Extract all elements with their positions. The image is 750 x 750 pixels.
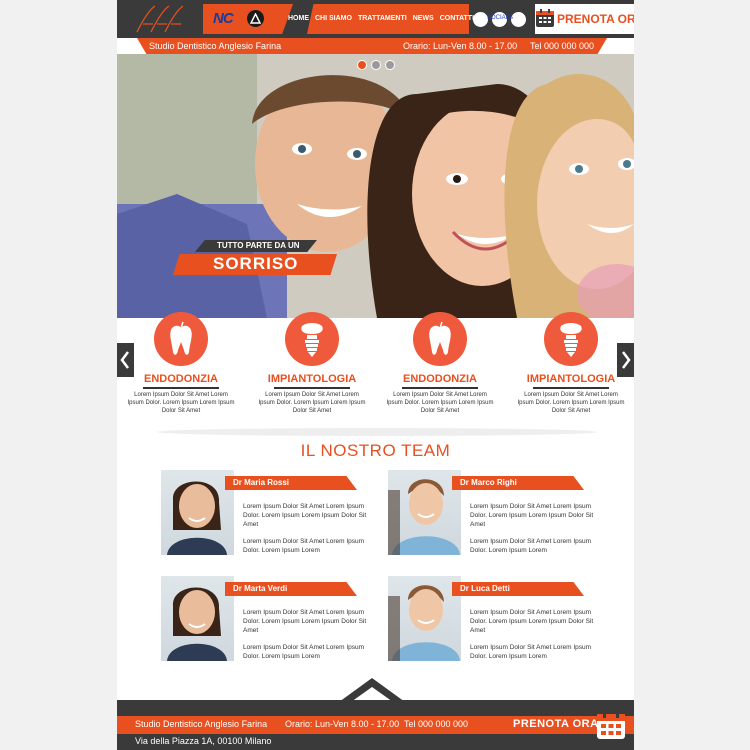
member-bio: Lorem Ipsum Dolor Sit Amet Lorem Ipsum D… xyxy=(470,538,592,554)
team-section-title: IL NOSTRO TEAM xyxy=(300,441,451,460)
service-description: Lorem Ipsum Dolor Sit Amet Lorem Ipsum D… xyxy=(258,392,366,414)
service-description: Lorem Ipsum Dolor Sit Amet Lorem Ipsum D… xyxy=(127,392,235,414)
footer-studio-name: Studio Dentistico Anglesio Farina xyxy=(135,719,268,729)
service-title: IMPIANTOLOGIA xyxy=(267,373,357,385)
member-bio: Lorem Ipsum Dolor Sit Amet Lorem Ipsum D… xyxy=(243,609,367,634)
service-title: ENDODONZIA xyxy=(403,373,477,385)
service-title: IMPIANTOLOGIA xyxy=(526,373,616,385)
member-bio: Lorem Ipsum Dolor Sit Amet Lorem Ipsum D… xyxy=(243,538,365,554)
member-bio: Lorem Ipsum Dolor Sit Amet Lorem Ipsum D… xyxy=(470,503,594,528)
tooth-icon xyxy=(154,312,208,366)
service-divider xyxy=(143,387,219,389)
brand-abbrev: NC xyxy=(213,10,234,27)
member-name: Dr Maria Rossi xyxy=(233,478,290,487)
member-bio: Lorem Ipsum Dolor Sit Amet Lorem Ipsum D… xyxy=(470,609,594,634)
member-photo xyxy=(388,470,461,555)
prev-arrow-button[interactable] xyxy=(117,343,134,377)
member-bio: Lorem Ipsum Dolor Sit Amet Lorem Ipsum D… xyxy=(470,644,592,660)
info-hours: Orario: Lun-Ven 8.00 - 17.00 xyxy=(403,41,518,51)
nav-home[interactable]: HOME xyxy=(285,4,312,34)
footer-phone: Tel 000 000 000 xyxy=(404,719,469,729)
calendar-icon[interactable] xyxy=(595,709,627,741)
chevron-left-icon xyxy=(120,351,129,369)
hero-slider xyxy=(117,54,634,318)
nav-news[interactable]: NEWS xyxy=(410,4,437,34)
warning-triangle-icon xyxy=(247,10,264,27)
member-name: Dr Marco Righi xyxy=(460,478,517,487)
slider-dot-2[interactable] xyxy=(371,60,381,70)
team-member-card[interactable]: Dr Marta Verdi Lorem Ipsum Dolor Sit Ame… xyxy=(161,576,386,668)
social-icon-3[interactable] xyxy=(511,12,526,27)
service-divider xyxy=(402,387,478,389)
implant-icon xyxy=(544,312,598,366)
section-divider xyxy=(157,428,597,436)
footer-hours: Orario: Lun-Ven 8.00 - 17.00 xyxy=(285,719,400,729)
member-photo xyxy=(161,576,234,661)
service-description: Lorem Ipsum Dolor Sit Amet Lorem Ipsum D… xyxy=(517,392,625,414)
service-divider xyxy=(533,387,609,389)
social-icon-1[interactable] xyxy=(473,12,488,27)
slider-dot-1[interactable] xyxy=(357,60,367,70)
tooth-icon xyxy=(413,312,467,366)
member-name: Dr Marta Verdi xyxy=(233,584,288,593)
footer-book-now-button[interactable]: PRENOTA ORA! xyxy=(513,718,603,730)
implant-icon xyxy=(285,312,339,366)
hero-tagline: TUTTO PARTE DA UN xyxy=(217,241,300,250)
team-member-card[interactable]: Dr Marco Righi Lorem Ipsum Dolor Sit Ame… xyxy=(388,470,613,562)
slider-dot-3[interactable] xyxy=(385,60,395,70)
nav-chi-siamo[interactable]: CHI SIAMO xyxy=(312,4,355,34)
scroll-top-icon[interactable] xyxy=(337,676,407,702)
chevron-right-icon xyxy=(622,351,631,369)
member-photo xyxy=(161,470,234,555)
service-title: ENDODONZIA xyxy=(144,373,218,385)
footer-top-band xyxy=(117,700,634,716)
info-phone: Tel 000 000 000 xyxy=(530,41,595,51)
team-member-card[interactable]: Dr Maria Rossi Lorem Ipsum Dolor Sit Ame… xyxy=(161,470,386,562)
calendar-icon xyxy=(536,9,554,27)
service-description: Lorem Ipsum Dolor Sit Amet Lorem Ipsum D… xyxy=(386,392,494,414)
team-member-card[interactable]: Dr Luca Detti Lorem Ipsum Dolor Sit Amet… xyxy=(388,576,613,668)
info-studio-name: Studio Dentistico Anglesio Farina xyxy=(149,41,282,51)
member-photo xyxy=(388,576,461,661)
member-bio: Lorem Ipsum Dolor Sit Amet Lorem Ipsum D… xyxy=(243,503,367,528)
page: NC HOME CHI SIAMO TRATTAMENTI NEWS CONTA… xyxy=(117,0,634,750)
nav-contatti[interactable]: CONTATTI xyxy=(437,4,477,34)
logo[interactable] xyxy=(133,2,193,36)
member-bio: Lorem Ipsum Dolor Sit Amet Lorem Ipsum D… xyxy=(243,644,365,660)
nav-trattamenti[interactable]: TRATTAMENTI xyxy=(355,4,410,34)
hero-headline: SORRISO xyxy=(213,254,299,273)
socials-label: SOCIALS xyxy=(487,15,514,21)
footer-address: Via della Piazza 1A, 00100 Milano xyxy=(135,736,272,746)
main-nav: HOME CHI SIAMO TRATTAMENTI NEWS CONTATTI xyxy=(285,4,477,34)
service-divider xyxy=(274,387,350,389)
book-now-label[interactable]: PRENOTA ORA! xyxy=(557,12,634,26)
member-name: Dr Luca Detti xyxy=(460,584,510,593)
next-arrow-button[interactable] xyxy=(617,343,634,377)
hero-photo xyxy=(117,54,634,318)
